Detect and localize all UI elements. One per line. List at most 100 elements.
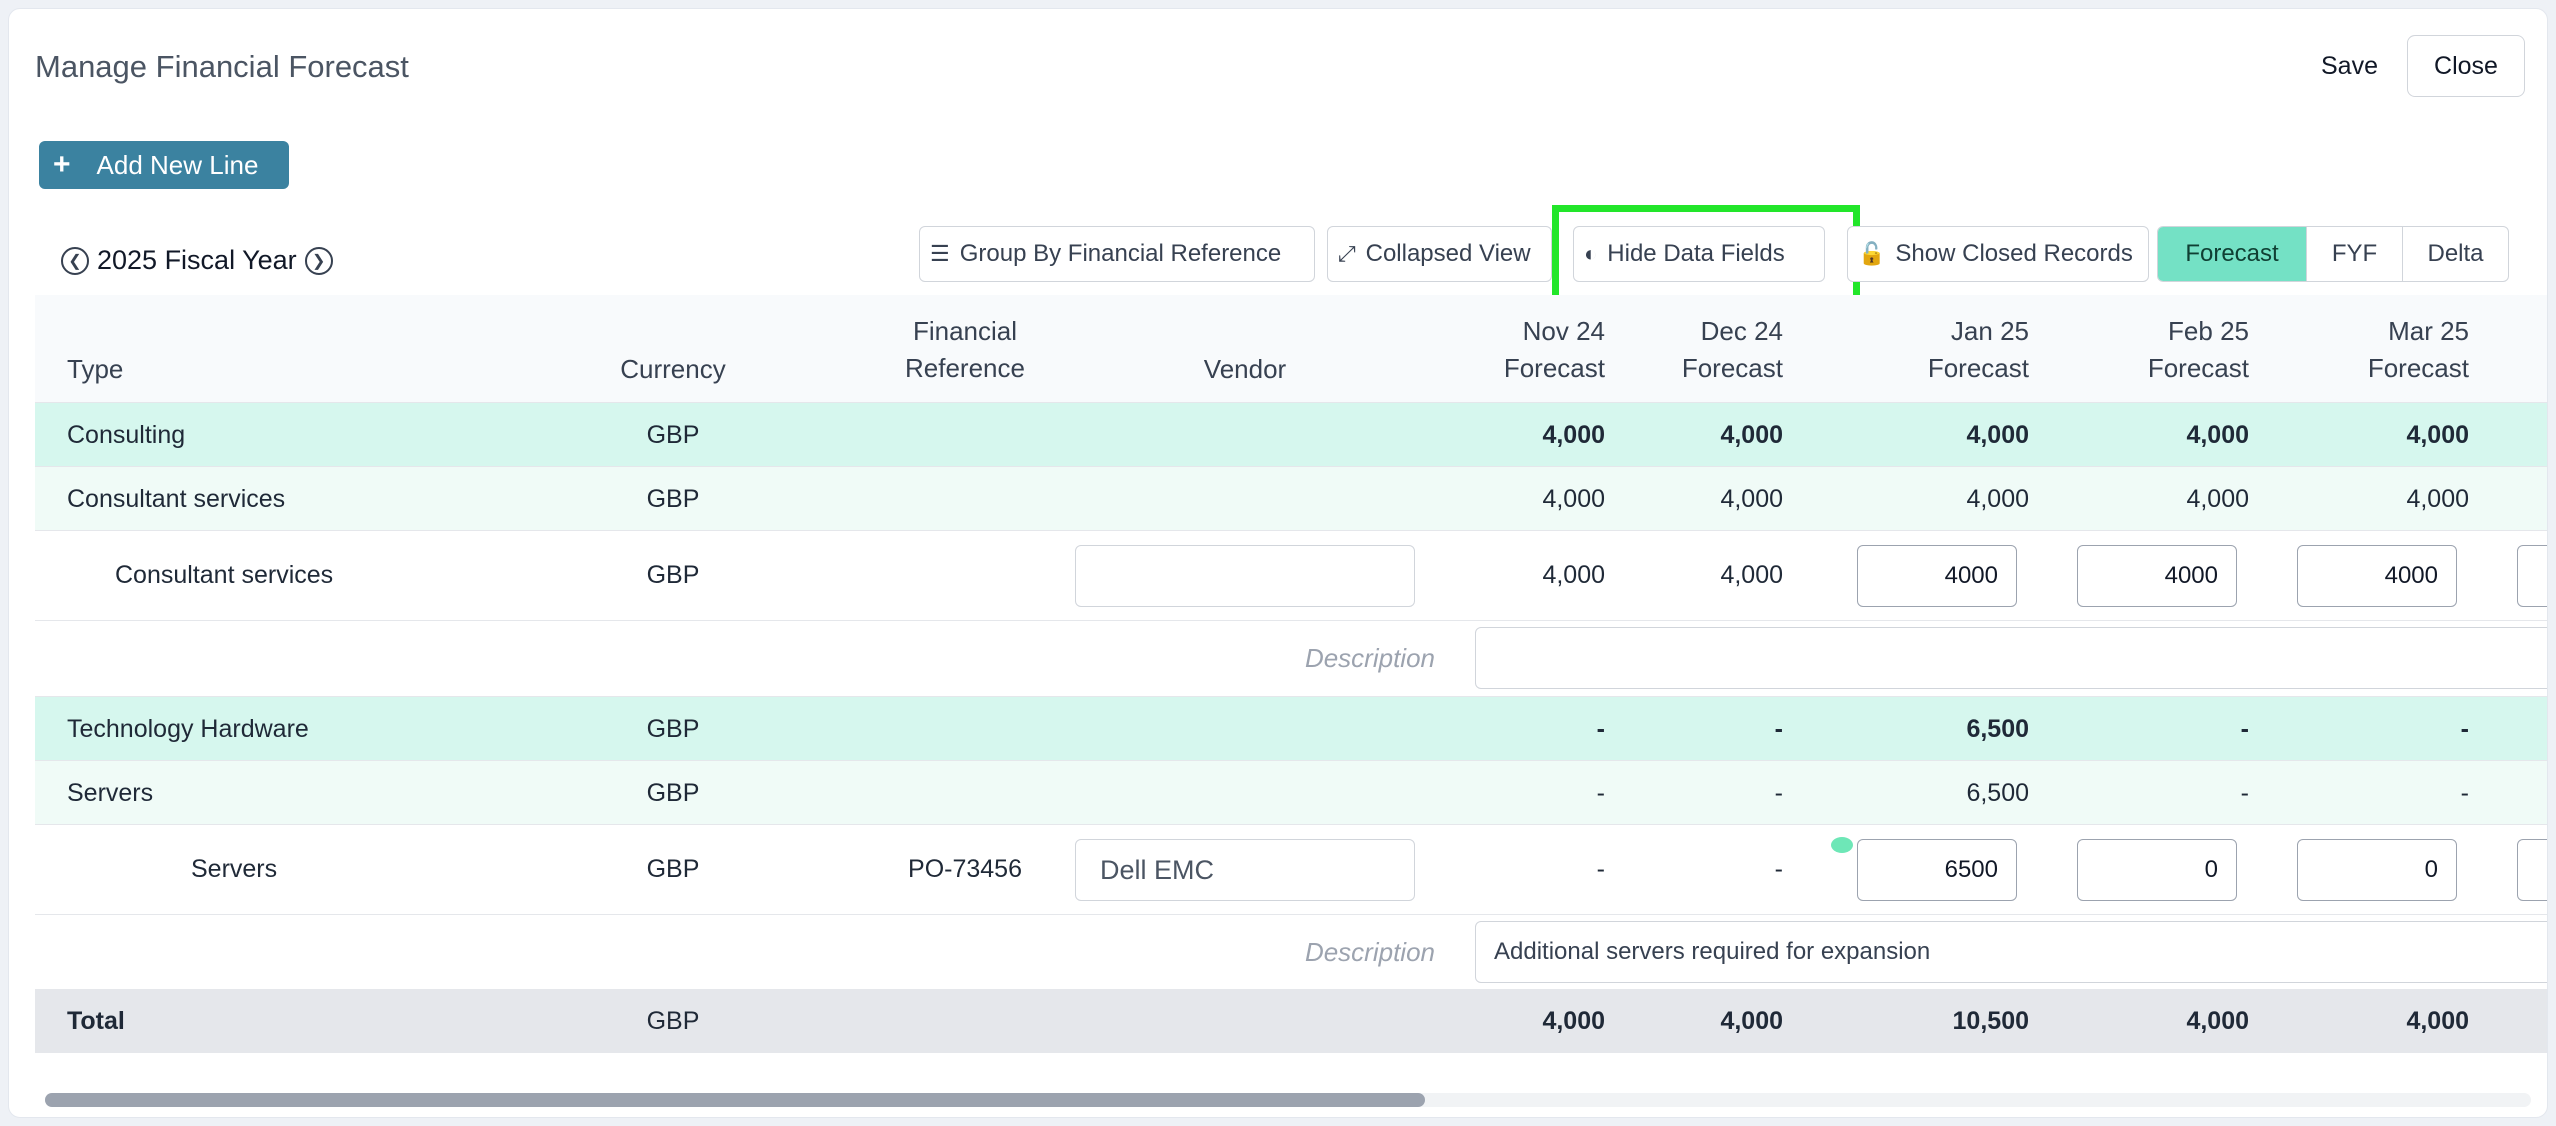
- cell-value: -: [2460, 779, 2469, 807]
- cell-value: -: [2240, 779, 2249, 807]
- forecast-input-feb-25[interactable]: 4000: [2077, 545, 2237, 607]
- view-mode-fyf[interactable]: FYF: [2306, 227, 2402, 281]
- view-mode-forecast[interactable]: Forecast: [2158, 227, 2306, 281]
- cell-value: 10,500: [1952, 1007, 2029, 1035]
- cell-value: 4,000: [1542, 561, 1605, 589]
- forecast-input-mar-25[interactable]: 0: [2297, 839, 2457, 901]
- header-nov-24: Nov 24 Forecast: [1503, 316, 1605, 383]
- row-type: Servers: [67, 779, 154, 807]
- group-by-label: Group By Financial Reference: [959, 240, 1282, 267]
- description-row: Description: [35, 621, 2547, 697]
- sliders-icon: ☰: [930, 241, 950, 266]
- collapsed-view-label: Collapsed View: [1365, 240, 1531, 267]
- cell-value: -: [1596, 779, 1605, 807]
- total-row: Total GBP 4,000 4,000 10,500 4,000 4,000: [35, 989, 2547, 1053]
- group-by-reference-button[interactable]: ☰ Group By Financial Reference: [919, 226, 1315, 282]
- row-type: Consultant services: [115, 561, 334, 589]
- forecast-input-feb-25[interactable]: 0: [2077, 839, 2237, 901]
- previous-year-icon[interactable]: ❮: [61, 246, 89, 275]
- header-mar-25: Mar 25 Forecast: [2367, 316, 2469, 383]
- table-row: Consultant services GBP 4,000 4,000 4000…: [35, 531, 2547, 621]
- fiscal-year-selector: ❮ 2025 Fiscal Year ❯: [61, 245, 333, 276]
- table-row: Consultant services GBP 4,000 4,000 4,00…: [35, 467, 2547, 531]
- fiscal-year-label: 2025 Fiscal Year: [97, 245, 297, 275]
- cell-value: 4,000: [2186, 1007, 2249, 1035]
- cell-value: 4,000: [1720, 485, 1783, 513]
- cell-value: 4,000: [2406, 1007, 2469, 1035]
- save-button[interactable]: Save: [2299, 35, 2400, 97]
- forecast-input-next[interactable]: [2517, 545, 2547, 607]
- horizontal-scrollbar[interactable]: [45, 1093, 2531, 1107]
- close-button[interactable]: Close: [2407, 35, 2525, 97]
- collapsed-view-button[interactable]: ⤢ Collapsed View: [1327, 226, 1552, 282]
- cell-value: 4,000: [1966, 485, 2029, 513]
- table-row: Consulting GBP 4,000 4,000 4,000 4,000 4…: [35, 403, 2547, 467]
- view-mode-delta[interactable]: Delta: [2402, 227, 2508, 281]
- cell-value: -: [1774, 855, 1783, 883]
- cell-value: 4,000: [2406, 421, 2469, 449]
- header-type: Type: [67, 354, 124, 384]
- dialog-title: Manage Financial Forecast: [35, 49, 409, 84]
- header-financial-reference: Financial Reference: [905, 316, 1025, 383]
- add-new-line-label: Add New Line: [96, 149, 259, 180]
- cell-value: 6,500: [1966, 779, 2029, 807]
- table-header: Type Currency Financial Reference Vendor…: [35, 295, 2547, 403]
- header-vendor: Vendor: [1203, 354, 1287, 384]
- row-currency: GBP: [646, 485, 700, 513]
- comment-icon[interactable]: [1831, 837, 1853, 853]
- description-label: Description: [1304, 937, 1435, 967]
- cell-value: -: [1774, 779, 1783, 807]
- row-currency: GBP: [646, 779, 700, 807]
- highlight-box: [1552, 205, 1860, 303]
- cell-value: -: [2460, 715, 2469, 743]
- description-row: Description Additional servers required …: [35, 915, 2547, 991]
- row-type: Technology Hardware: [67, 715, 309, 743]
- plus-icon: +: [53, 148, 71, 181]
- cell-value: 4,000: [2186, 421, 2249, 449]
- cell-value: 4,000: [2186, 485, 2249, 513]
- view-mode-toggle: Forecast FYF Delta: [2157, 226, 2509, 282]
- cell-value: -: [1596, 715, 1605, 743]
- row-type: Total: [67, 1007, 125, 1035]
- forecast-dialog: Manage Financial Forecast Save Close + A…: [8, 8, 2548, 1118]
- collapse-arrows-icon: ⤢: [1338, 241, 1356, 266]
- cell-value: 4,000: [1966, 421, 2029, 449]
- cell-value: -: [2240, 715, 2249, 743]
- vendor-input[interactable]: [1075, 545, 1415, 607]
- show-closed-records-label: Show Closed Records: [1895, 240, 2133, 267]
- forecast-input-mar-25[interactable]: 4000: [2297, 545, 2457, 607]
- row-currency: GBP: [646, 855, 700, 883]
- scrollbar-thumb[interactable]: [45, 1093, 1425, 1107]
- lock-icon: 🔓: [1858, 241, 1886, 266]
- header-dec-24: Dec 24 Forecast: [1681, 316, 1783, 383]
- cell-value: 4,000: [1542, 421, 1605, 449]
- cell-value: 4,000: [1720, 561, 1783, 589]
- row-type: Consulting: [67, 421, 186, 449]
- show-closed-records-button[interactable]: 🔓 Show Closed Records: [1847, 226, 2149, 282]
- row-currency: GBP: [646, 421, 700, 449]
- cell-value: 4,000: [1720, 421, 1783, 449]
- vendor-input[interactable]: Dell EMC: [1075, 839, 1415, 901]
- cell-value: -: [1774, 715, 1783, 743]
- table-row: Technology Hardware GBP - - 6,500 - -: [35, 697, 2547, 761]
- cell-value: 6,500: [1966, 715, 2029, 743]
- header-jan-25: Jan 25 Forecast: [1927, 316, 2029, 383]
- description-input[interactable]: Additional servers required for expansio…: [1475, 921, 2547, 983]
- row-currency: GBP: [646, 715, 700, 743]
- add-new-line-button[interactable]: + Add New Line: [39, 141, 289, 189]
- forecast-input-jan-25[interactable]: 6500: [1857, 839, 2017, 901]
- table-row: Servers GBP - - 6,500 - -: [35, 761, 2547, 825]
- description-input[interactable]: [1475, 627, 2547, 689]
- financial-reference: PO-73456: [908, 855, 1022, 883]
- next-year-icon[interactable]: ❯: [304, 246, 333, 275]
- cell-value: 4,000: [1542, 1007, 1605, 1035]
- row-currency: GBP: [646, 1007, 700, 1035]
- forecast-input-next[interactable]: [2517, 839, 2547, 901]
- cell-value: 4,000: [2406, 485, 2469, 513]
- forecast-input-jan-25[interactable]: 4000: [1857, 545, 2017, 607]
- description-label: Description: [1304, 643, 1435, 673]
- row-currency: GBP: [646, 561, 700, 589]
- row-type: Consultant services: [67, 485, 286, 513]
- cell-value: -: [1596, 855, 1605, 883]
- cell-value: 4,000: [1720, 1007, 1783, 1035]
